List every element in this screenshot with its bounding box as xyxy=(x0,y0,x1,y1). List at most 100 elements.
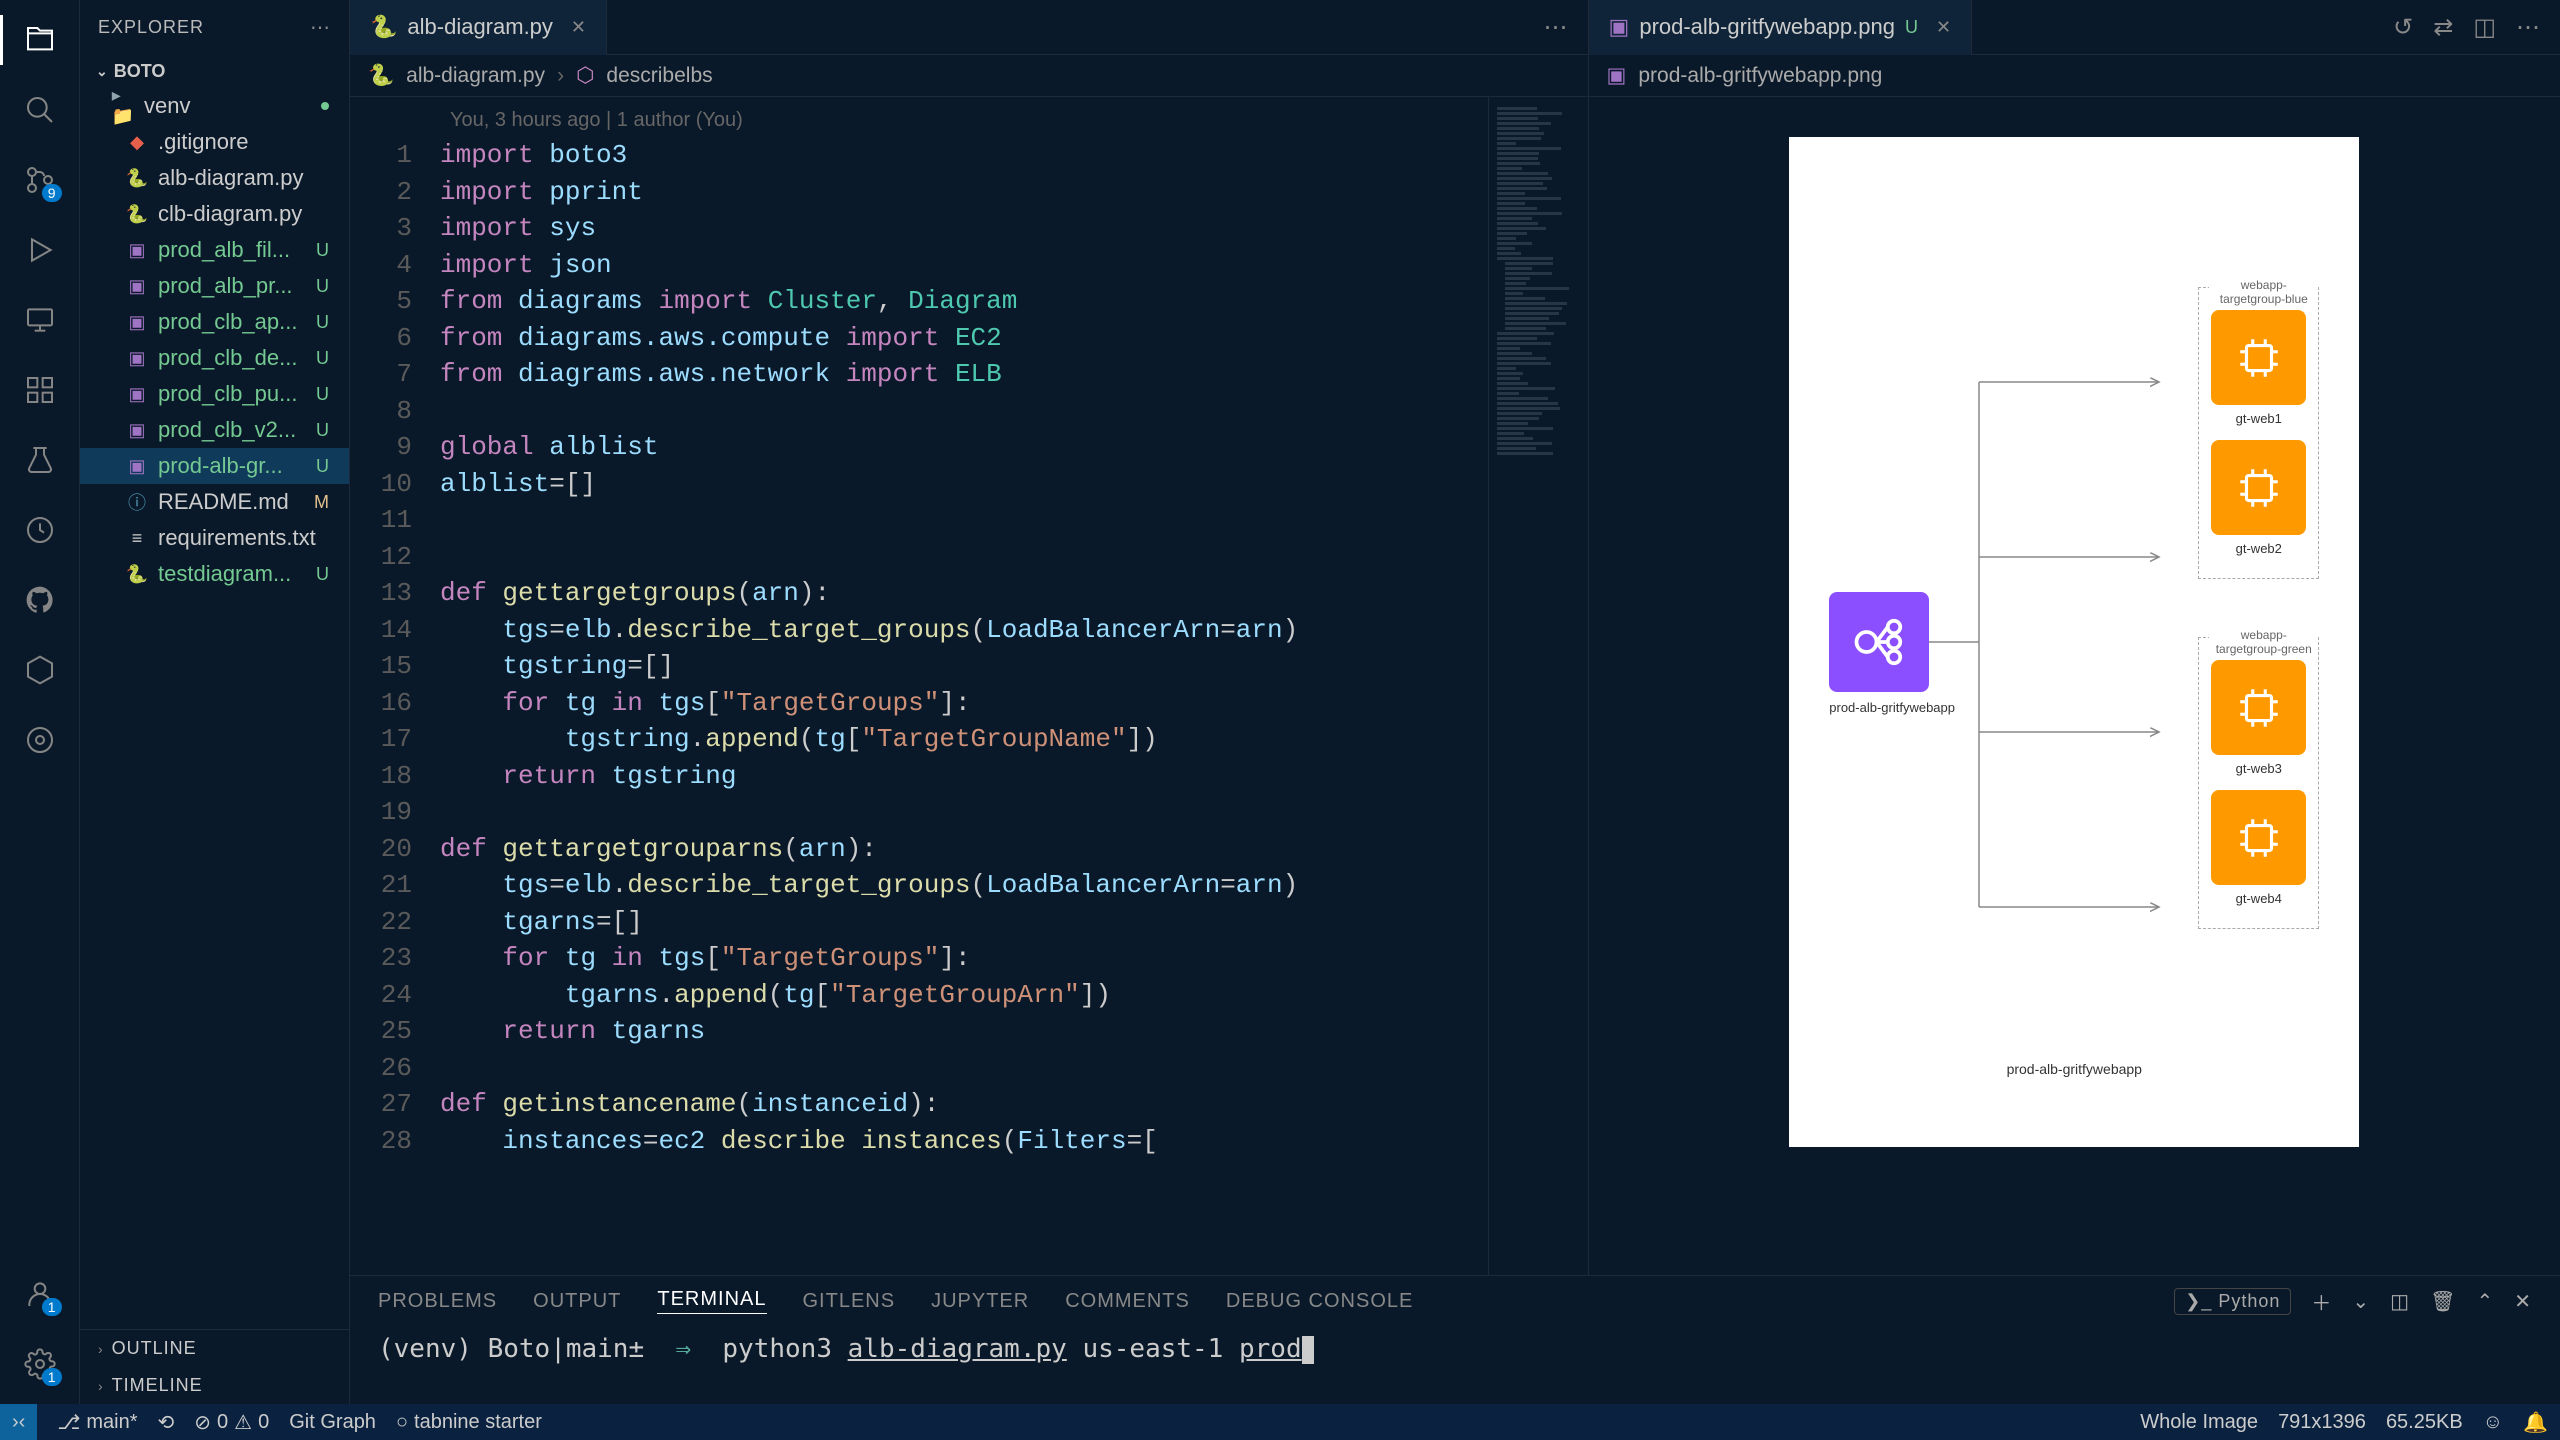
code-line[interactable]: 22 tgarns=[] xyxy=(350,904,1488,941)
code-line[interactable]: 17 tgstring.append(tg["TargetGroupName"]… xyxy=(350,721,1488,758)
testing-icon[interactable] xyxy=(20,440,60,480)
file-item[interactable]: ▣ prod-alb-gr... U xyxy=(80,448,349,484)
code-line[interactable]: 12 xyxy=(350,539,1488,576)
code-line[interactable]: 23 for tg in tgs["TargetGroups"]: xyxy=(350,940,1488,977)
code-line[interactable]: 25 return tgarns xyxy=(350,1013,1488,1050)
code-line[interactable]: 13def gettargetgroups(arn): xyxy=(350,575,1488,612)
bell-icon[interactable]: 🔔 xyxy=(2523,1410,2548,1435)
file-item[interactable]: ▣ prod_clb_de... U xyxy=(80,340,349,376)
code-line[interactable]: 14 tgs=elb.describe_target_groups(LoadBa… xyxy=(350,612,1488,649)
split-icon[interactable]: ◫ xyxy=(2473,13,2496,42)
file-item[interactable]: ▣ prod_clb_v2... U xyxy=(80,412,349,448)
code-line[interactable]: 2import pprint xyxy=(350,174,1488,211)
folder-root[interactable]: ⌄ BOTO xyxy=(80,55,349,88)
code-line[interactable]: 6from diagrams.aws.compute import EC2 xyxy=(350,320,1488,357)
code-line[interactable]: 26 xyxy=(350,1050,1488,1087)
code-line[interactable]: 28 instances=ec2 describe instances(Filt… xyxy=(350,1123,1488,1160)
gear-circle-icon[interactable] xyxy=(20,720,60,760)
tab-comments[interactable]: COMMENTS xyxy=(1065,1290,1190,1313)
remote-icon[interactable] xyxy=(20,300,60,340)
tab-terminal[interactable]: TERMINAL xyxy=(657,1288,766,1314)
cluster-label: webapp-targetgroup-green xyxy=(2209,628,2318,656)
remote-indicator[interactable]: ›‹ xyxy=(0,1404,37,1440)
outline-section[interactable]: › OUTLINE xyxy=(80,1330,349,1367)
code-line[interactable]: 19 xyxy=(350,794,1488,831)
code-line[interactable]: 15 tgstring=[] xyxy=(350,648,1488,685)
code-line[interactable]: 24 tgarns.append(tg["TargetGroupArn"]) xyxy=(350,977,1488,1014)
close-icon[interactable]: ✕ xyxy=(571,17,586,38)
sidebar-more-icon[interactable]: ⋯ xyxy=(310,15,331,40)
trash-icon[interactable]: 🗑 xyxy=(2430,1289,2456,1314)
tab-jupyter[interactable]: JUPYTER xyxy=(931,1290,1029,1313)
debug-icon[interactable] xyxy=(20,230,60,270)
line-number: 10 xyxy=(350,466,440,503)
file-item[interactable]: 🐍 testdiagram... U xyxy=(80,556,349,592)
breadcrumb-image[interactable]: ▣ prod-alb-gritfywebapp.png xyxy=(1589,55,2560,97)
file-item[interactable]: ◆ .gitignore xyxy=(80,124,349,160)
tab-preview[interactable]: ▣ prod-alb-gritfywebapp.png U ✕ xyxy=(1589,0,1973,55)
history-icon[interactable]: ↺ xyxy=(2393,13,2413,42)
code-line[interactable]: 10alblist=[] xyxy=(350,466,1488,503)
code-line[interactable]: 4import json xyxy=(350,247,1488,284)
code-line[interactable]: 5from diagrams import Cluster, Diagram xyxy=(350,283,1488,320)
code-line[interactable]: 20def gettargetgrouparns(arn): xyxy=(350,831,1488,868)
new-terminal-icon[interactable]: ＋ xyxy=(2311,1287,2332,1316)
terminal[interactable]: (venv) Boto|main± ⇒ python3 alb-diagram.… xyxy=(350,1326,2560,1404)
code-line[interactable]: 9global alblist xyxy=(350,429,1488,466)
account-icon[interactable]: 1 xyxy=(20,1274,60,1314)
github-icon[interactable] xyxy=(20,580,60,620)
tab-gitlens[interactable]: GITLENS xyxy=(803,1290,896,1313)
file-item[interactable]: ≡ requirements.txt xyxy=(80,520,349,556)
code-line[interactable]: 1import boto3 xyxy=(350,137,1488,174)
file-item[interactable]: ▣ prod_clb_pu... U xyxy=(80,376,349,412)
code-line[interactable]: 21 tgs=elb.describe_target_groups(LoadBa… xyxy=(350,867,1488,904)
code-line[interactable]: 8 xyxy=(350,393,1488,430)
file-item[interactable]: ▣ prod_clb_ap... U xyxy=(80,304,349,340)
problems-indicator[interactable]: ⊘0 ⚠0 xyxy=(194,1410,269,1435)
feedback-icon[interactable]: ☺ xyxy=(2483,1411,2503,1434)
explorer-icon[interactable] xyxy=(20,20,60,60)
tab-problems[interactable]: PROBLEMS xyxy=(378,1290,497,1313)
file-name: prod_clb_ap... xyxy=(158,309,306,335)
split-terminal-icon[interactable]: ◫ xyxy=(2390,1289,2410,1314)
code-line[interactable]: 27def getinstancename(instanceid): xyxy=(350,1086,1488,1123)
code-line[interactable]: 7from diagrams.aws.network import ELB xyxy=(350,356,1488,393)
extensions-icon[interactable] xyxy=(20,370,60,410)
file-item[interactable]: 🐍 alb-diagram.py xyxy=(80,160,349,196)
code-line[interactable]: 3import sys xyxy=(350,210,1488,247)
terminal-label[interactable]: ❯_ Python xyxy=(2174,1288,2291,1315)
tabnine-indicator[interactable]: ○ tabnine starter xyxy=(396,1411,542,1434)
search-icon[interactable] xyxy=(20,90,60,130)
code-line[interactable]: 16 for tg in tgs["TargetGroups"]: xyxy=(350,685,1488,722)
sync-indicator[interactable]: ⟲ xyxy=(158,1410,175,1435)
hexagon-icon[interactable] xyxy=(20,650,60,690)
sync-icon[interactable] xyxy=(20,510,60,550)
code-area[interactable]: You, 3 hours ago | 1 author (You) 1impor… xyxy=(350,97,1588,1275)
scm-icon[interactable]: 9 xyxy=(20,160,60,200)
tab-debug-console[interactable]: DEBUG CONSOLE xyxy=(1226,1290,1413,1313)
image-preview[interactable]: prod-alb-gritfywebapp webapp-targetgroup… xyxy=(1589,97,2560,1275)
file-item[interactable]: ▸ 📁 venv xyxy=(80,88,349,124)
tab-output[interactable]: OUTPUT xyxy=(533,1290,621,1313)
maximize-icon[interactable]: ⌃ xyxy=(2476,1289,2494,1314)
tab-alb-diagram[interactable]: 🐍 alb-diagram.py ✕ xyxy=(350,0,607,55)
minimap[interactable] xyxy=(1488,97,1588,1275)
diff-icon[interactable]: ⇄ xyxy=(2433,13,2453,42)
file-item[interactable]: ⓘ README.md M xyxy=(80,484,349,520)
code-line[interactable]: 11 xyxy=(350,502,1488,539)
breadcrumb[interactable]: 🐍 alb-diagram.py › ⬡ describelbs xyxy=(350,55,1588,97)
code-line[interactable]: 18 return tgstring xyxy=(350,758,1488,795)
file-item[interactable]: ▣ prod_alb_fil... U xyxy=(80,232,349,268)
whole-image[interactable]: Whole Image xyxy=(2140,1411,2258,1434)
branch-indicator[interactable]: ⎇ main* xyxy=(57,1410,137,1435)
more-icon[interactable]: ⋯ xyxy=(1544,13,1568,42)
file-item[interactable]: 🐍 clb-diagram.py xyxy=(80,196,349,232)
more-icon[interactable]: ⋯ xyxy=(2516,13,2540,42)
gitgraph-indicator[interactable]: Git Graph xyxy=(289,1411,376,1434)
close-icon[interactable]: ✕ xyxy=(1936,17,1951,38)
dropdown-icon[interactable]: ⌄ xyxy=(2352,1289,2370,1314)
settings-icon[interactable]: 1 xyxy=(20,1344,60,1384)
close-panel-icon[interactable]: ✕ xyxy=(2514,1289,2532,1314)
file-item[interactable]: ▣ prod_alb_pr... U xyxy=(80,268,349,304)
timeline-section[interactable]: › TIMELINE xyxy=(80,1367,349,1404)
